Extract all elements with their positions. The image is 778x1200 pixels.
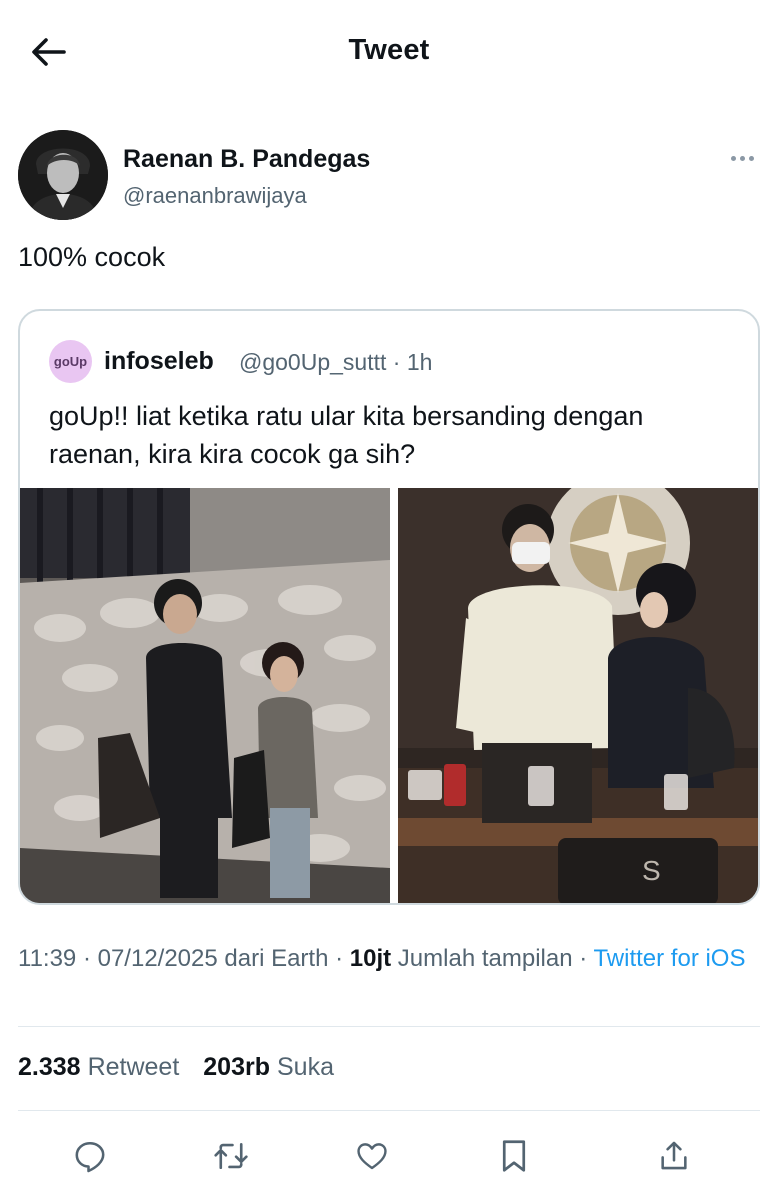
source-link[interactable]: Twitter for iOS [593, 945, 745, 972]
avatar[interactable] [18, 130, 108, 220]
share-icon [661, 1141, 687, 1170]
quoted-tweet[interactable]: goUp infoseleb @go0Up_suttt · 1h goUp!! … [18, 309, 760, 905]
quoted-avatar[interactable]: goUp [49, 340, 92, 383]
retweet-count: 2.338 [18, 1053, 81, 1081]
top-bar: Tweet [0, 0, 778, 100]
tweet-meta: 11:39 · 07/12/2025 dari Earth · 10jt Jum… [18, 942, 748, 975]
engagement-stats: 2.338 Retweet 203rb Suka [18, 1053, 334, 1082]
retweet-stat[interactable]: 2.338 Retweet [18, 1053, 179, 1082]
avatar-photo [18, 130, 108, 220]
timestamp[interactable]: 11:39 · 07/12/2025 dari Earth · [18, 945, 350, 972]
author-name[interactable]: Raenan B. Pandegas [123, 145, 370, 174]
like-stat[interactable]: 203rb Suka [203, 1053, 334, 1082]
retweet-button[interactable] [209, 1134, 253, 1178]
quoted-photo-2[interactable]: S [398, 488, 758, 903]
share-button[interactable] [652, 1134, 696, 1178]
page-title: Tweet [348, 34, 430, 66]
author-handle[interactable]: @raenanbrawijaya [123, 183, 307, 209]
view-label: Jumlah tampilan · [391, 945, 594, 972]
reply-icon [75, 1141, 105, 1173]
divider [18, 1110, 760, 1111]
quoted-author-name: infoseleb [104, 347, 214, 375]
action-bar [0, 1130, 778, 1186]
retweet-icon [214, 1142, 248, 1170]
svg-text:S: S [642, 855, 661, 886]
tweet-text: 100% cocok [18, 242, 166, 272]
like-count: 203rb [203, 1053, 270, 1081]
heart-icon [357, 1143, 387, 1170]
retweet-label: Retweet [87, 1053, 180, 1081]
more-button[interactable] [724, 148, 760, 168]
quoted-tweet-text: goUp!! liat ketika ratu ular kita bersan… [49, 401, 644, 469]
ellipsis-icon [730, 155, 736, 161]
bookmark-button[interactable] [492, 1134, 536, 1178]
divider [18, 1026, 760, 1027]
bookmark-icon [502, 1140, 526, 1172]
quoted-photo-1[interactable] [20, 488, 390, 903]
like-label: Suka [277, 1053, 334, 1081]
reply-button[interactable] [68, 1134, 112, 1178]
quoted-media: S [20, 488, 758, 903]
quoted-author-handle: @go0Up_suttt · 1h [239, 349, 433, 375]
tweet-author: Raenan B. Pandegas @raenanbrawijaya [18, 128, 760, 220]
view-count: 10jt [349, 945, 392, 972]
like-button[interactable] [350, 1134, 394, 1178]
